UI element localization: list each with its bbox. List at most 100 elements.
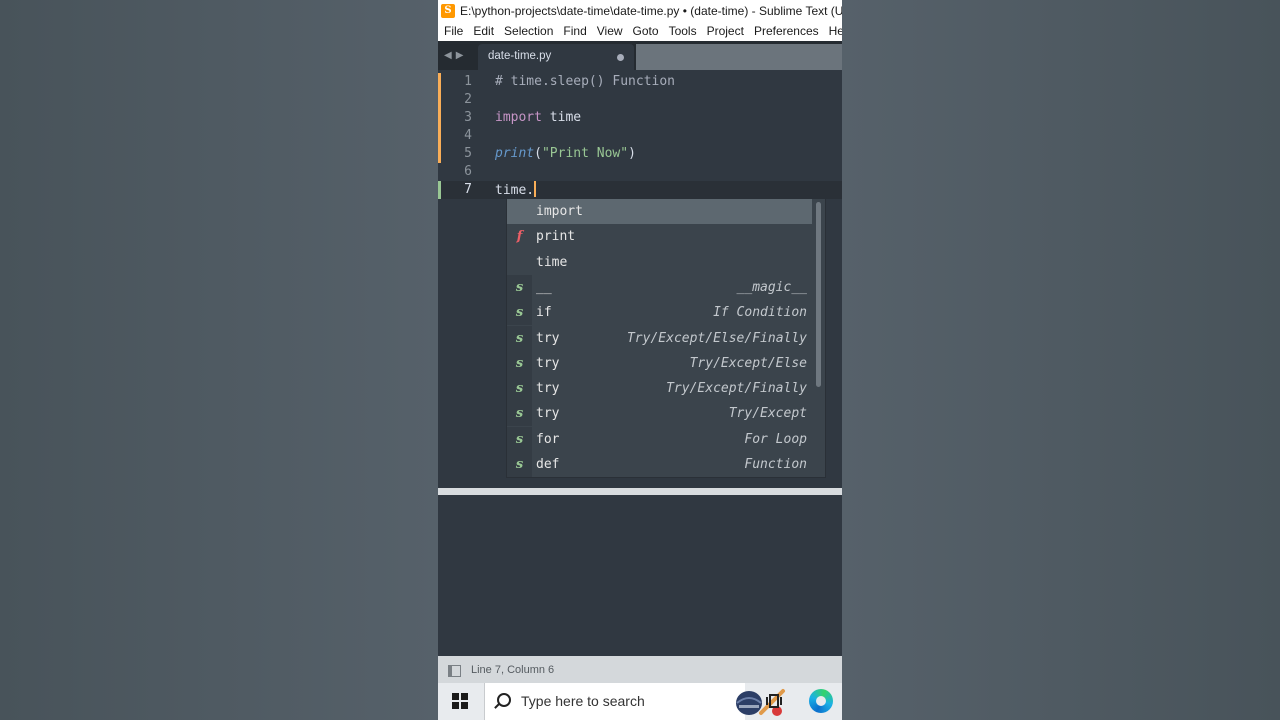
snippet-kind-icon: s <box>507 325 532 351</box>
menu-item-edit[interactable]: Edit <box>468 21 499 41</box>
code-line: 1 # time.sleep() Function <box>438 73 842 91</box>
autocomplete-item[interactable]: s for For Loop <box>507 426 812 452</box>
autocomplete-annotation: Try/Except/Finally <box>666 381 807 397</box>
autocomplete-item[interactable]: f print <box>507 224 812 249</box>
tab-bar: ◀ ▶ date-time.py <box>438 41 842 70</box>
autocomplete-scrollbar[interactable] <box>816 202 821 387</box>
tab-date-time-py[interactable]: date-time.py <box>478 44 634 70</box>
line-number: 4 <box>464 128 472 143</box>
autocomplete-trigger: try <box>536 381 560 397</box>
menu-item-goto[interactable]: Goto <box>628 21 664 41</box>
app-frame: S E:\python-projects\date-time\date-time… <box>438 0 842 720</box>
edge-browser-icon[interactable] <box>809 689 833 713</box>
tab-bar-empty-area <box>636 44 842 70</box>
text-cursor <box>534 181 537 197</box>
snippet-kind-icon: s <box>507 274 532 300</box>
string-literal: "Print Now" <box>541 146 629 161</box>
autocomplete-item[interactable]: s def Function <box>507 452 812 477</box>
function-print: print <box>495 146 535 161</box>
modified-dot-icon[interactable] <box>617 54 624 61</box>
line-number: 1 <box>464 74 472 89</box>
autocomplete-trigger: import <box>536 204 583 219</box>
snippet-kind-icon: s <box>507 350 532 376</box>
autocomplete-annotation: If Condition <box>713 305 807 321</box>
menu-bar: File Edit Selection Find View Goto Tools Projec… <box>438 21 842 41</box>
code-comment: # time.sleep() Function <box>495 74 676 89</box>
autocomplete-popup: import f print time s __ __magic__ s if If Condit… <box>506 198 826 478</box>
sidebar-toggle-icon[interactable] <box>448 665 461 677</box>
menu-item-file[interactable]: File <box>438 21 468 41</box>
code-text: print("Print Now") <box>495 145 636 163</box>
autocomplete-item[interactable]: import <box>507 199 812 224</box>
windows-start-icon[interactable] <box>452 693 468 709</box>
title-bar: S E:\python-projects\date-time\date-time… <box>438 0 842 21</box>
code-editor[interactable]: 1 # time.sleep() Function 2 3 import tim… <box>438 70 842 488</box>
autocomplete-item[interactable]: s try Try/Except/Finally <box>507 376 812 402</box>
line-number: 3 <box>464 110 472 125</box>
task-view-icon[interactable] <box>766 694 782 708</box>
autocomplete-trigger: if <box>536 305 552 321</box>
autocomplete-trigger: time <box>536 254 568 270</box>
taskbar: Type here to search <box>438 683 842 720</box>
autocomplete-annotation: __magic__ <box>736 279 807 295</box>
menu-item-find[interactable]: Find <box>558 21 591 41</box>
output-panel[interactable] <box>438 495 842 656</box>
window-title: E:\python-projects\date-time\date-time.p… <box>460 3 842 18</box>
autocomplete-annotation: Function <box>744 457 807 472</box>
menu-item-selection[interactable]: Selection <box>499 21 558 41</box>
menu-item-project[interactable]: Project <box>702 21 749 41</box>
paren-close: ) <box>628 146 636 161</box>
menu-item-preferences[interactable]: Preferences <box>749 21 824 41</box>
autocomplete-item[interactable]: s try Try/Except/Else/Finally <box>507 325 812 351</box>
snippet-kind-icon: s <box>507 452 532 477</box>
autocomplete-trigger: try <box>536 406 560 422</box>
autocomplete-trigger: try <box>536 355 560 371</box>
code-line-active: 7 time. <box>438 181 842 199</box>
code-line: 6 <box>438 163 842 181</box>
autocomplete-item[interactable]: s try Try/Except <box>507 401 812 427</box>
code-line: 4 <box>438 127 842 145</box>
code-text: import time <box>495 109 581 127</box>
autocomplete-trigger: for <box>536 431 560 447</box>
autocomplete-annotation: Try/Except <box>728 406 807 422</box>
autocomplete-item[interactable]: s try Try/Except/Else <box>507 350 812 376</box>
autocomplete-annotation: Try/Except/Else/Finally <box>626 330 807 346</box>
chevron-left-icon[interactable]: ◀ <box>444 50 452 61</box>
autocomplete-trigger: def <box>536 457 560 472</box>
autocomplete-trigger: __ <box>536 279 552 295</box>
tab-label: date-time.py <box>488 50 552 62</box>
autocomplete-item[interactable]: time <box>507 250 812 275</box>
autocomplete-trigger: try <box>536 330 560 346</box>
tab-navigation: ◀ ▶ <box>444 41 463 70</box>
code-line: 5 print("Print Now") <box>438 145 842 163</box>
panel-divider[interactable] <box>438 488 842 495</box>
background-right <box>842 0 1280 720</box>
line-number: 6 <box>464 164 472 179</box>
kind-blank <box>507 199 532 224</box>
autocomplete-item[interactable]: s __ __magic__ <box>507 274 812 300</box>
menu-item-view[interactable]: View <box>592 21 628 41</box>
taskbar-search[interactable]: Type here to search <box>484 683 785 720</box>
autocomplete-item[interactable]: s if If Condition <box>507 300 812 326</box>
snippet-kind-icon: s <box>507 300 532 326</box>
function-kind-icon: f <box>516 229 523 245</box>
menu-item-tools[interactable]: Tools <box>664 21 702 41</box>
code-line: 2 <box>438 91 842 109</box>
code-line: 3 import time <box>438 109 842 127</box>
snippet-kind-icon: s <box>507 426 532 452</box>
snippet-kind-icon: s <box>507 376 532 402</box>
background-left <box>0 0 438 720</box>
autocomplete-annotation: Try/Except/Else <box>689 355 807 371</box>
line-number: 7 <box>464 182 472 197</box>
autocomplete-trigger: print <box>536 229 576 245</box>
menu-item-help[interactable]: Help <box>824 21 842 41</box>
line-number: 5 <box>464 146 472 161</box>
paren-open: ( <box>534 146 542 161</box>
search-icon <box>497 693 511 707</box>
autocomplete-annotation: For Loop <box>744 431 807 447</box>
kind-blank <box>507 250 532 275</box>
code-identifier: time. <box>495 183 535 198</box>
cursor-position: Line 7, Column 6 <box>471 664 555 676</box>
keyword-import: import <box>495 110 542 125</box>
chevron-right-icon[interactable]: ▶ <box>456 50 464 61</box>
